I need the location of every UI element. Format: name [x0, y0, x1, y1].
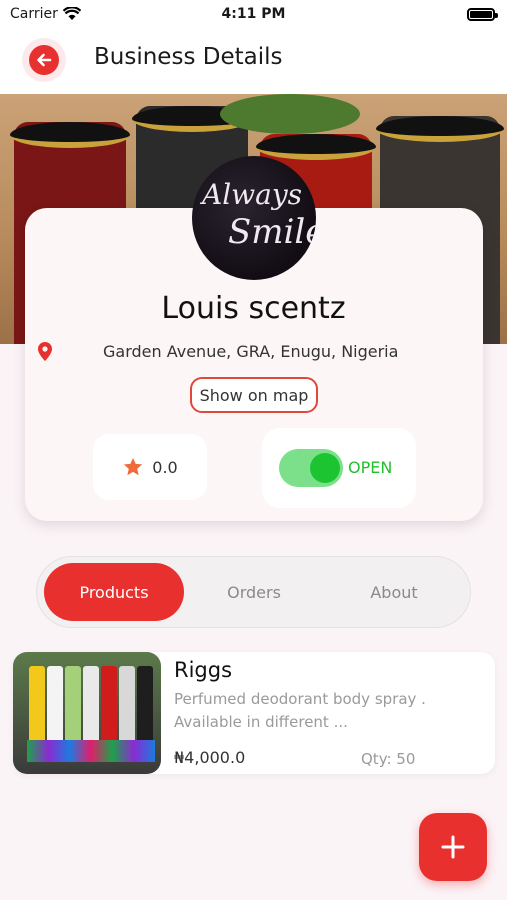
rating-badge: 0.0 [93, 434, 207, 500]
app-header: Business Details [0, 30, 507, 94]
battery-icon [467, 8, 498, 21]
open-status-toggle[interactable] [279, 449, 343, 487]
product-image [13, 652, 161, 774]
plus-icon [441, 835, 465, 859]
status-bar: Carrier 4:11 PM [0, 0, 507, 30]
status-time: 4:11 PM [221, 6, 286, 22]
business-address: Garden Avenue, GRA, Enugu, Nigeria [103, 342, 399, 361]
page-title: Business Details [94, 44, 283, 70]
arrow-left-icon [37, 53, 52, 67]
logo-text-line1: Always [202, 178, 303, 211]
tab-products[interactable]: Products [44, 563, 184, 621]
logo-text-line2: Smile [228, 212, 316, 252]
product-list-item[interactable]: Riggs Perfumed deodorant body spray . Av… [13, 652, 495, 774]
back-button[interactable] [22, 38, 66, 82]
section-tabs: Products Orders About [36, 556, 471, 628]
add-product-button[interactable] [419, 813, 487, 881]
star-icon [124, 457, 143, 476]
open-status-label: OPEN [348, 458, 393, 477]
open-status-panel: OPEN [262, 428, 416, 508]
product-description: Perfumed deodorant body spray . Availabl… [174, 690, 426, 731]
tab-about[interactable]: About [324, 563, 464, 621]
tab-orders[interactable]: Orders [184, 563, 324, 621]
product-price: ₦4,000.0 [174, 748, 246, 767]
business-logo: Always Smile [192, 156, 316, 280]
rating-value: 0.0 [152, 457, 178, 477]
product-name: Riggs [174, 658, 233, 682]
product-quantity: Qty: 50 [361, 750, 416, 768]
show-on-map-button[interactable]: Show on map [190, 377, 318, 413]
map-pin-icon [38, 342, 52, 361]
business-name: Louis scentz [161, 291, 346, 326]
